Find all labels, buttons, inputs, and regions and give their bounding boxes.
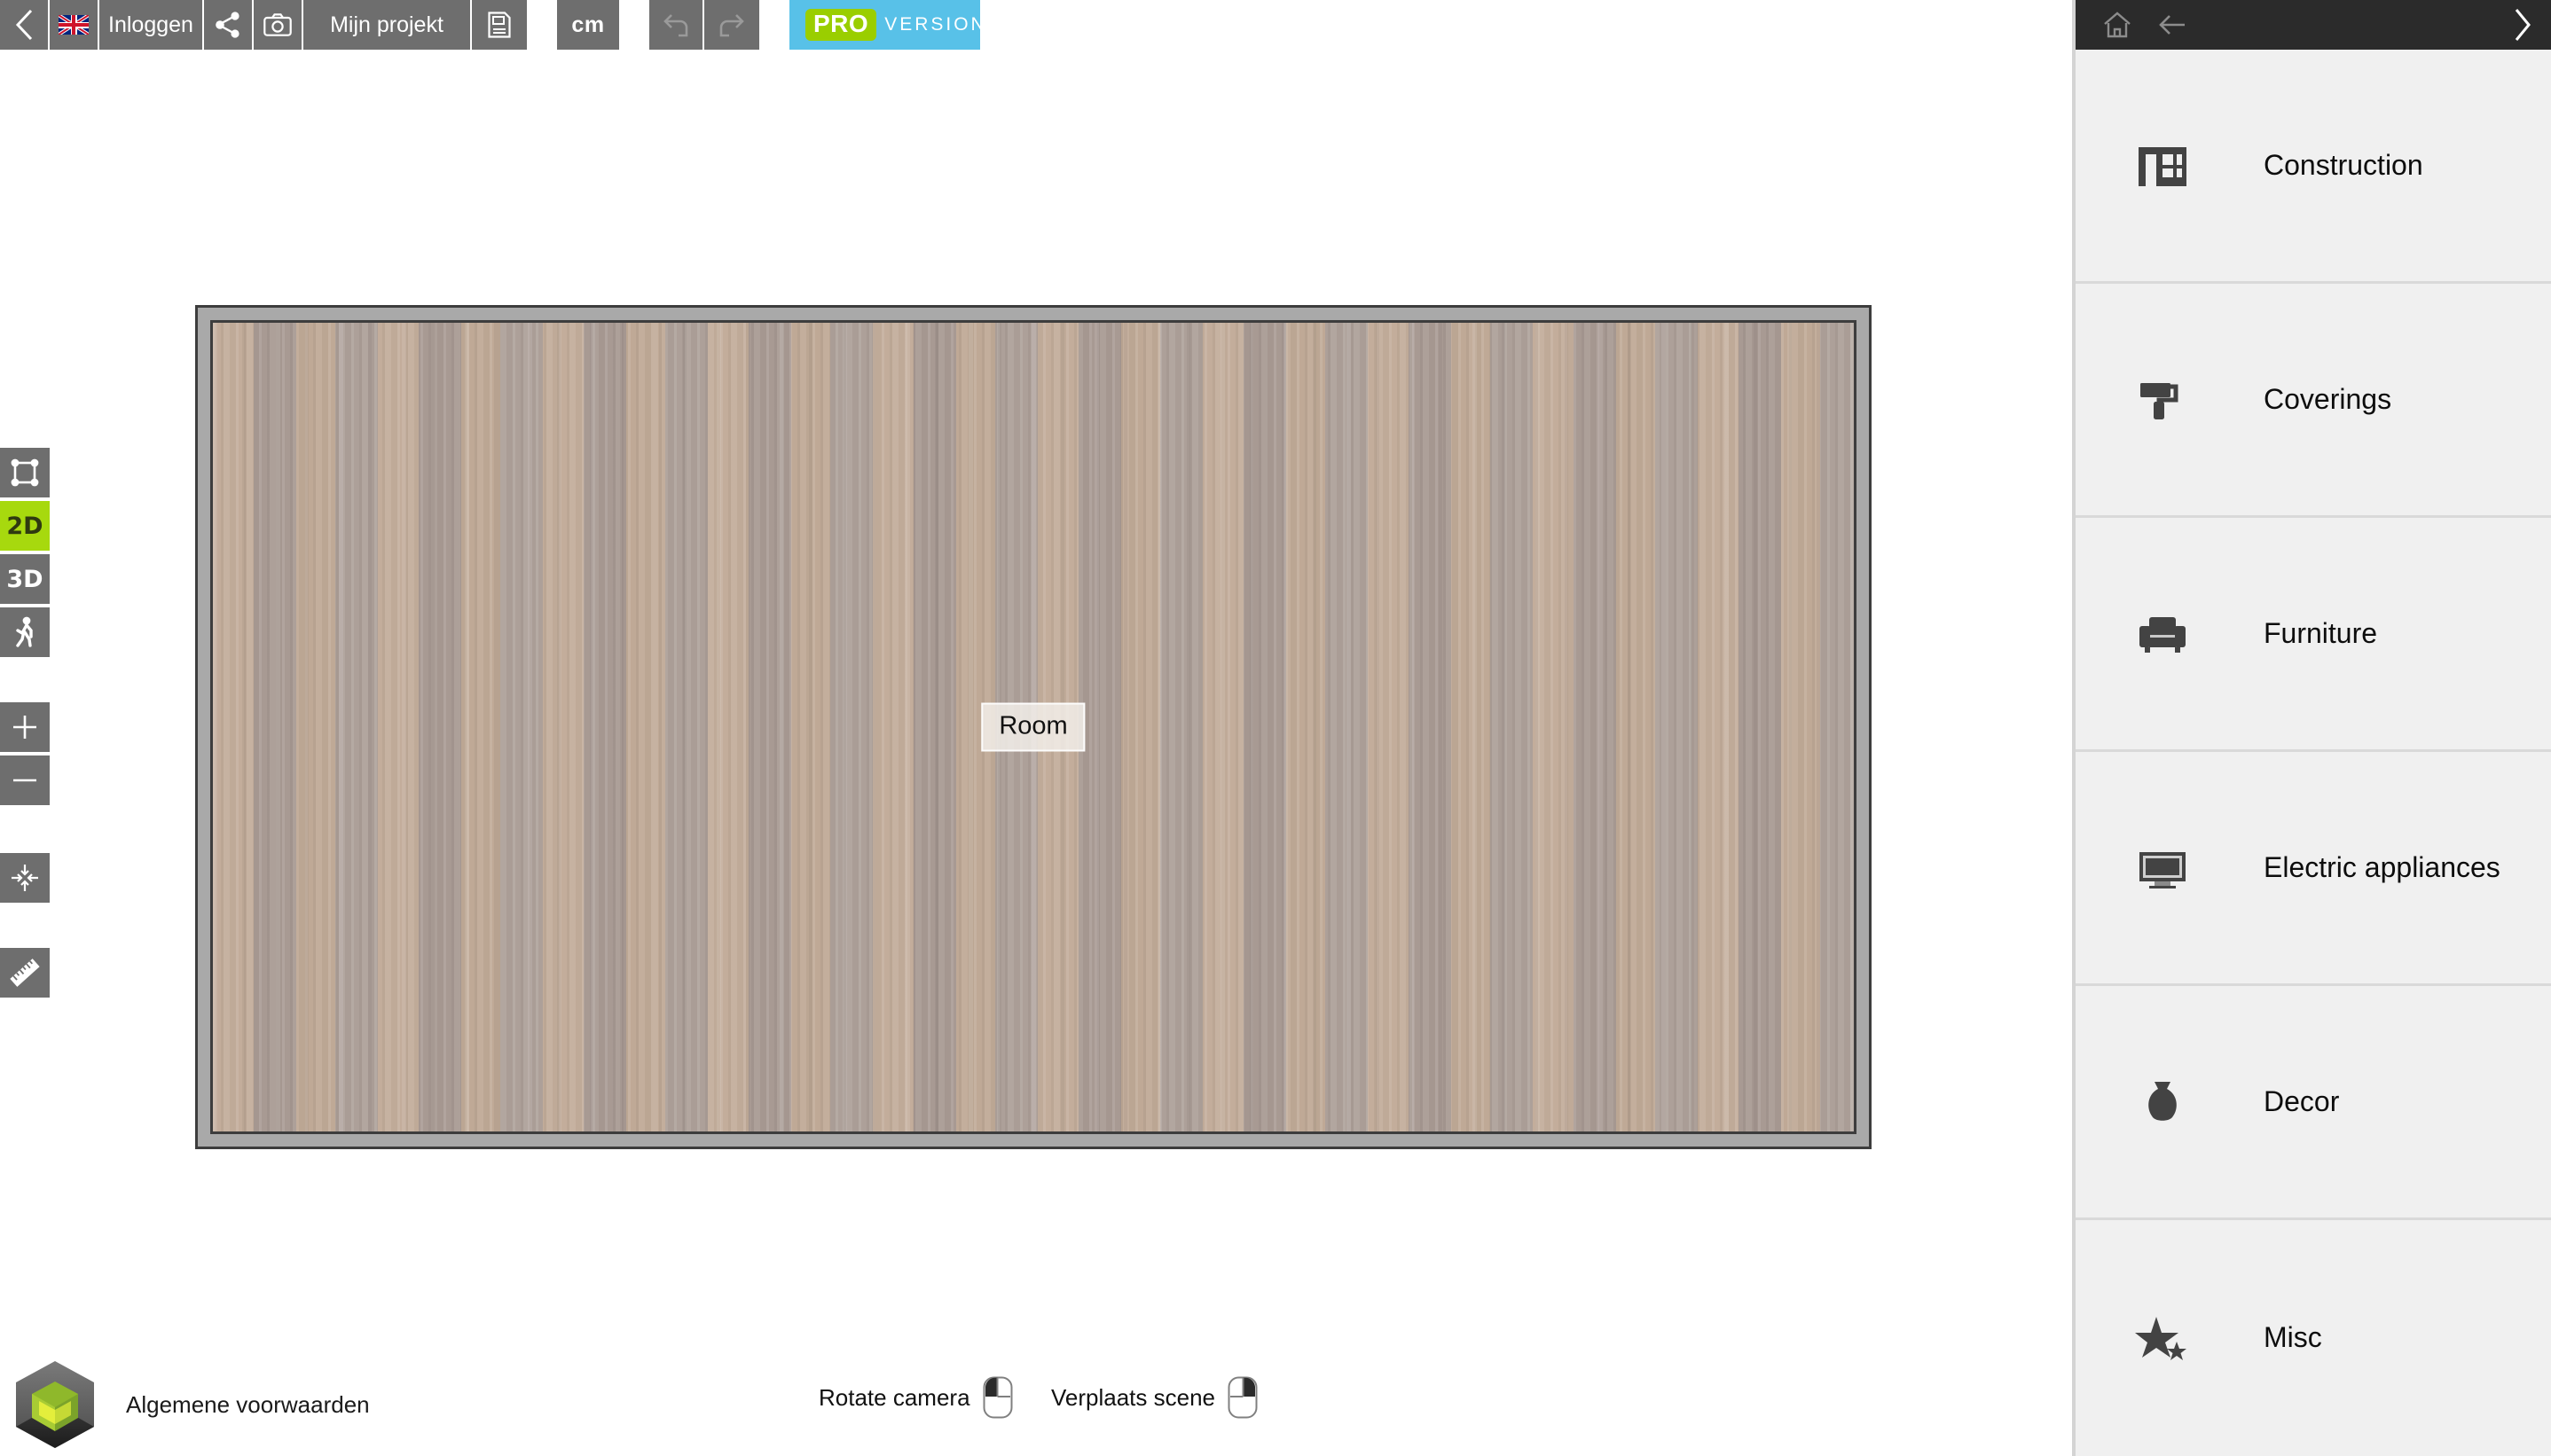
toolbar-spacer-1 xyxy=(527,0,557,50)
catalog-home-button[interactable] xyxy=(2095,0,2139,50)
unit-label: cm xyxy=(571,12,605,37)
view-3d-label: 3D xyxy=(6,565,43,593)
mouse-right-button-icon xyxy=(1228,1376,1258,1419)
save-button[interactable] xyxy=(472,0,527,50)
hexagon-armchair-logo xyxy=(16,1361,94,1448)
catalog-panel: Construction Coverings Furniture Electri… xyxy=(2072,0,2551,1456)
two-stars-icon xyxy=(2131,1305,2194,1369)
category-label: Decor xyxy=(2264,1085,2340,1117)
ruler-icon xyxy=(10,959,40,987)
project-name-label: Mijn projekt xyxy=(330,12,443,37)
floppy-disk-icon xyxy=(488,12,511,38)
project-name-button[interactable]: Mijn projekt xyxy=(303,0,472,50)
catalog-next-button[interactable] xyxy=(2512,0,2533,50)
pro-version-badge[interactable]: PRO VERSION xyxy=(789,0,985,50)
redo-icon xyxy=(719,14,744,37)
arrow-left-icon xyxy=(2159,15,2185,35)
zoom-in-button[interactable] xyxy=(0,702,50,752)
minus-icon xyxy=(13,779,36,782)
top-toolbar: Inloggen Mijn projekt cm PRO VERSION xyxy=(0,0,2072,50)
paint-roller-icon xyxy=(2131,368,2194,432)
square-nodes-icon xyxy=(11,458,39,487)
redo-button[interactable] xyxy=(704,0,759,50)
category-electric-appliances[interactable]: Electric appliances xyxy=(2076,752,2551,986)
left-tool-rail: 2D 3D xyxy=(0,0,50,1456)
hint-move-scene: Verplaats scene xyxy=(1051,1376,1258,1419)
app-root: Inloggen Mijn projekt cm PRO VERSION 2D … xyxy=(0,0,2551,1456)
hint-move-label: Verplaats scene xyxy=(1051,1383,1216,1411)
category-furniture[interactable]: Furniture xyxy=(2076,518,2551,752)
category-label: Electric appliances xyxy=(2264,851,2500,883)
unit-button[interactable]: cm xyxy=(557,0,619,50)
login-label: Inloggen xyxy=(108,12,193,37)
view-2d-label: 2D xyxy=(6,512,43,540)
category-coverings[interactable]: Coverings xyxy=(2076,284,2551,518)
language-button[interactable] xyxy=(50,0,99,50)
toolbar-spacer-2 xyxy=(619,0,649,50)
walking-person-icon xyxy=(16,616,33,647)
zoom-out-button[interactable] xyxy=(0,755,50,805)
mouse-left-button-icon xyxy=(983,1376,1013,1419)
television-icon xyxy=(2131,836,2194,900)
room-name-label[interactable]: Room xyxy=(981,702,1086,752)
category-decor[interactable]: Decor xyxy=(2076,986,2551,1220)
bottom-bar: Algemene voorwaarden Rotate camera Verpl… xyxy=(0,1350,2072,1456)
chevron-right-icon xyxy=(2515,9,2531,41)
toolbar-spacer-3 xyxy=(759,0,789,50)
vase-icon xyxy=(2131,1070,2194,1134)
wall-door-icon xyxy=(2131,134,2194,198)
category-construction[interactable]: Construction xyxy=(2076,50,2551,284)
share-icon xyxy=(216,12,239,38)
catalog-back-button[interactable] xyxy=(2150,0,2194,50)
home-icon xyxy=(2104,12,2131,38)
walkthrough-button[interactable] xyxy=(0,607,50,657)
terms-link[interactable]: Algemene voorwaarden xyxy=(126,1391,370,1419)
screenshot-button[interactable] xyxy=(254,0,303,50)
category-label: Construction xyxy=(2264,149,2423,181)
undo-icon xyxy=(663,14,688,37)
app-logo[interactable] xyxy=(9,1358,101,1451)
category-label: Furniture xyxy=(2264,617,2378,649)
category-misc[interactable]: Misc xyxy=(2076,1220,2551,1454)
camera-icon xyxy=(263,13,292,36)
uk-flag-icon xyxy=(59,15,89,35)
undo-button[interactable] xyxy=(649,0,704,50)
measure-button[interactable] xyxy=(0,948,50,998)
view-3d-button[interactable]: 3D xyxy=(0,554,50,604)
fit-arrows-icon xyxy=(12,865,38,891)
view-2d-button[interactable]: 2D xyxy=(0,501,50,551)
room-walls[interactable]: Room xyxy=(195,305,1872,1149)
select-nodes-button[interactable] xyxy=(0,448,50,497)
login-button[interactable]: Inloggen xyxy=(99,0,204,50)
pro-version-label: VERSION xyxy=(884,14,987,35)
category-label: Misc xyxy=(2264,1320,2322,1353)
hint-rotate-label: Rotate camera xyxy=(819,1383,970,1411)
catalog-category-list: Construction Coverings Furniture Electri… xyxy=(2076,50,2551,1456)
armchair-icon xyxy=(2131,602,2194,666)
pro-chip-label: PRO xyxy=(805,9,877,41)
fit-to-screen-button[interactable] xyxy=(0,853,50,903)
category-label: Coverings xyxy=(2264,383,2392,415)
hint-rotate-camera: Rotate camera xyxy=(819,1376,1013,1419)
share-button[interactable] xyxy=(204,0,254,50)
floorplan-canvas[interactable]: Room xyxy=(50,50,2072,1456)
plus-icon xyxy=(13,716,36,739)
catalog-panel-header xyxy=(2076,0,2551,50)
